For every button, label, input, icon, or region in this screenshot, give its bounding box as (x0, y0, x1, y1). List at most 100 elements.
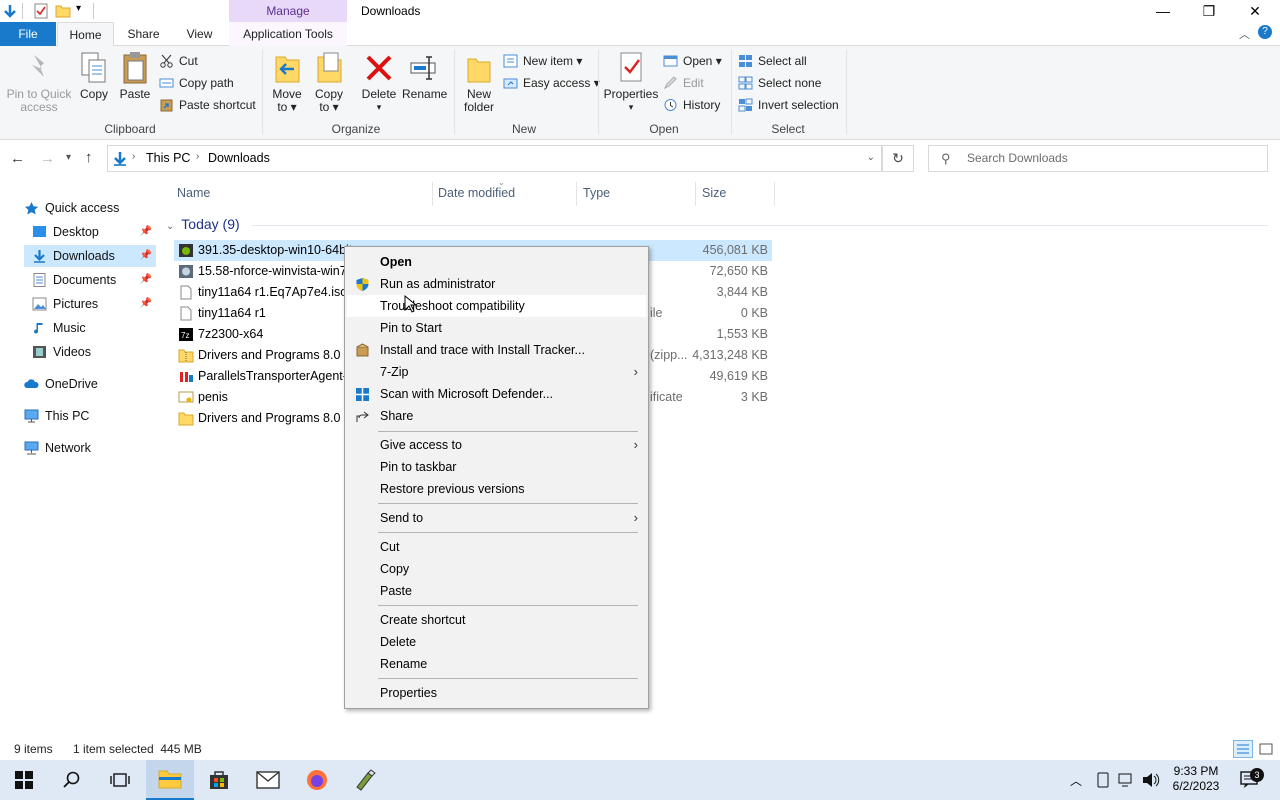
cut-button[interactable]: Cut (159, 52, 198, 70)
select-none-button[interactable]: Select none (738, 74, 821, 92)
tab-share[interactable]: Share (116, 22, 171, 46)
column-date-modified[interactable]: Date modified (438, 186, 515, 200)
address-dropdown-icon[interactable]: ⌄ (867, 152, 875, 163)
copy-button[interactable]: Copy (76, 50, 112, 101)
search-button[interactable] (48, 760, 96, 800)
menu-pin-to-start[interactable]: Pin to Start (347, 317, 646, 339)
pin-icon[interactable]: 📌 (140, 221, 152, 243)
new-folder-icon[interactable] (55, 3, 71, 19)
taskbar-firefox[interactable] (293, 760, 341, 800)
menu-paste[interactable]: Paste (347, 580, 646, 602)
customize-qat-icon[interactable]: ▾ (76, 3, 81, 14)
menu-give-access-to[interactable]: Give access to › (347, 434, 646, 456)
large-icons-view-button[interactable] (1257, 741, 1275, 757)
tab-application-tools[interactable]: Application Tools (229, 22, 347, 46)
pin-icon (23, 50, 55, 86)
menu-copy[interactable]: Copy (347, 558, 646, 580)
start-button[interactable] (0, 760, 48, 800)
menu-restore-previous-versions[interactable]: Restore previous versions (347, 478, 646, 500)
up-arrow-icon[interactable]: ↑ (85, 149, 93, 166)
details-view-icon (1237, 744, 1249, 754)
nav-quick-access[interactable]: Quick access (24, 197, 156, 219)
column-type[interactable]: Type (583, 186, 610, 200)
forward-arrow-icon[interactable]: → (40, 150, 55, 167)
pin-quick-access-button[interactable]: Pin to Quick access (4, 50, 74, 114)
history-button[interactable]: History (663, 96, 720, 114)
pin-icon[interactable]: 📌 (140, 269, 152, 291)
menu-cut[interactable]: Cut (347, 536, 646, 558)
nav-downloads[interactable]: Downloads 📌 (24, 245, 156, 267)
properties-check-icon[interactable] (33, 3, 49, 19)
minimize-button[interactable]: — (1140, 0, 1186, 22)
details-view-button[interactable] (1233, 740, 1253, 758)
pin-icon[interactable]: 📌 (140, 293, 152, 315)
refresh-button[interactable]: ↻ (882, 145, 914, 172)
nav-documents[interactable]: Documents 📌 (32, 269, 156, 291)
nav-onedrive[interactable]: OneDrive (24, 373, 156, 395)
back-arrow-icon[interactable]: ← (10, 150, 25, 167)
breadcrumb-downloads[interactable]: Downloads (208, 151, 270, 165)
manage-tab[interactable]: Manage (229, 0, 347, 22)
taskbar-install-tracker[interactable] (342, 760, 390, 800)
down-arrow-icon[interactable] (2, 3, 18, 19)
clock[interactable]: 9:33 PM 6/2/2023 (1166, 764, 1226, 794)
new-item-button[interactable]: New item ▾ (503, 52, 582, 70)
close-button[interactable]: ✕ (1232, 0, 1278, 22)
taskbar-file-explorer[interactable] (146, 760, 194, 800)
menu-open[interactable]: Open (347, 251, 646, 273)
open-button[interactable]: Open ▾ (663, 52, 722, 70)
maximize-button[interactable]: ❐ (1186, 0, 1232, 22)
move-to-button[interactable]: Move to ▾ (268, 50, 306, 114)
nav-pictures[interactable]: Pictures 📌 (32, 293, 156, 315)
tab-view[interactable]: View (172, 22, 227, 46)
menu-run-as-administrator[interactable]: Run as administrator (347, 273, 646, 295)
properties-button[interactable]: Properties ▾ (603, 50, 659, 114)
invert-selection-button[interactable]: Invert selection (738, 96, 839, 114)
delete-button[interactable]: Delete ▾ (358, 50, 400, 114)
menu-install-tracker[interactable]: Install and trace with Install Tracker..… (347, 339, 646, 361)
menu-delete[interactable]: Delete (347, 631, 646, 653)
easy-access-button[interactable]: Easy access ▾ (503, 74, 600, 92)
column-name[interactable]: Name (177, 186, 210, 200)
menu-troubleshoot-compatibility[interactable]: Troubleshoot compatibility (347, 295, 646, 317)
nav-network[interactable]: Network (24, 437, 156, 459)
breadcrumb-this-pc[interactable]: This PC (146, 151, 190, 165)
copy-path-button[interactable]: Copy path (159, 74, 234, 92)
tab-file[interactable]: File (0, 22, 56, 46)
paste-shortcut-button[interactable]: Paste shortcut (159, 96, 256, 114)
help-icon[interactable]: ? (1258, 25, 1272, 39)
group-header-today[interactable]: ⌄ Today (9) (166, 216, 240, 232)
menu-rename[interactable]: Rename (347, 653, 646, 675)
edit-button[interactable]: Edit (663, 74, 704, 92)
tab-home[interactable]: Home (57, 22, 114, 47)
copy-to-button[interactable]: Copy to ▾ (310, 50, 348, 114)
menu-properties[interactable]: Properties (347, 682, 646, 704)
select-all-button[interactable]: Select all (738, 52, 807, 70)
search-input[interactable]: ⚲ Search Downloads (928, 145, 1268, 172)
menu-scan-defender[interactable]: Scan with Microsoft Defender... (347, 383, 646, 405)
rename-button[interactable]: Rename (402, 50, 447, 101)
nav-music[interactable]: Music (32, 317, 156, 339)
menu-share[interactable]: Share (347, 405, 646, 427)
nav-videos[interactable]: Videos (32, 341, 156, 363)
menu-send-to[interactable]: Send to › (347, 507, 646, 529)
volume-icon[interactable] (1142, 772, 1160, 788)
new-folder-button[interactable]: New folder (458, 50, 500, 114)
task-view-button[interactable] (96, 760, 144, 800)
recent-locations-icon[interactable]: ▾ (66, 152, 71, 163)
menu-create-shortcut[interactable]: Create shortcut (347, 609, 646, 631)
tray-overflow-icon[interactable]: ︿ (1070, 772, 1082, 789)
column-size[interactable]: Size (702, 186, 726, 200)
taskbar-mail[interactable] (244, 760, 292, 800)
nav-desktop[interactable]: Desktop 📌 (32, 221, 156, 243)
pin-icon[interactable]: 📌 (140, 245, 152, 267)
device-icon[interactable] (1096, 772, 1110, 788)
nav-this-pc[interactable]: This PC (24, 405, 156, 427)
address-bar[interactable]: › This PC › Downloads ⌄ (107, 145, 882, 172)
collapse-ribbon-icon[interactable]: ︿ (1239, 26, 1250, 42)
paste-button[interactable]: Paste (116, 50, 154, 101)
menu-7zip[interactable]: 7-Zip › (347, 361, 646, 383)
network-tray-icon[interactable] (1118, 772, 1136, 788)
taskbar-store[interactable] (195, 760, 243, 800)
menu-pin-to-taskbar[interactable]: Pin to taskbar (347, 456, 646, 478)
